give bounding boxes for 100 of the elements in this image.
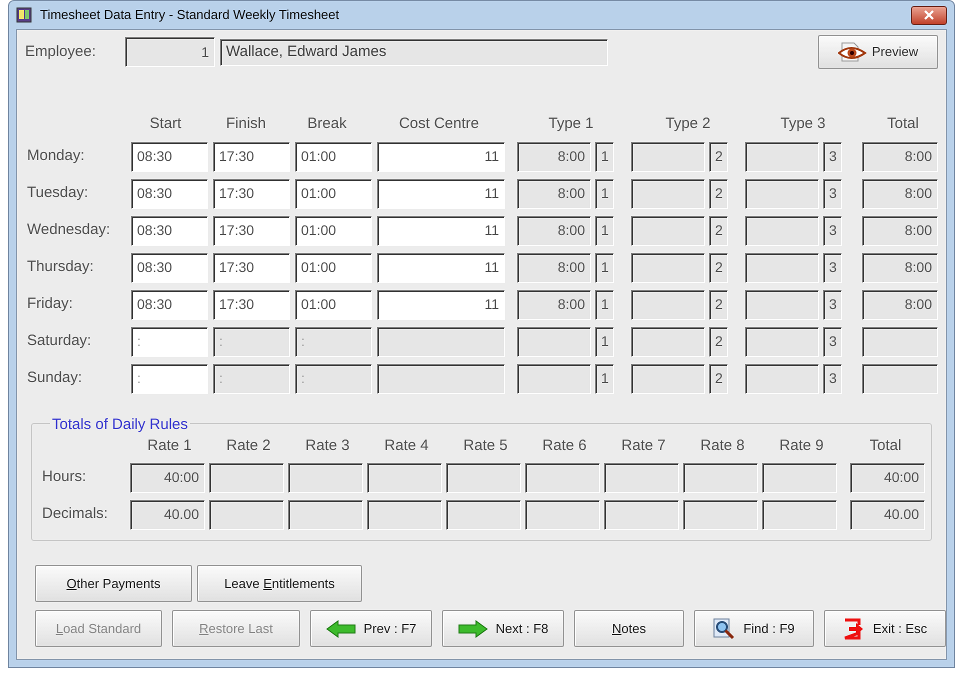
employee-name-field: Wallace, Edward James xyxy=(220,38,608,66)
column-header: Finish xyxy=(226,114,266,134)
column-header: Start xyxy=(150,114,182,134)
cost-centre-field[interactable]: 11 xyxy=(377,142,505,172)
column-header: Cost Centre xyxy=(398,114,480,134)
type-code-field: 3 xyxy=(823,326,842,356)
time-field[interactable]: 17:30 xyxy=(213,142,290,172)
type-code-field: 1 xyxy=(595,326,614,356)
action-button[interactable]: Exit : Esc xyxy=(824,610,946,647)
column-header: Rate 1 xyxy=(147,436,192,456)
time-field[interactable]: 01:00 xyxy=(295,252,372,282)
rate-field: 40:00 xyxy=(130,462,205,492)
total-field: 8:00 xyxy=(862,252,938,282)
column-header: Rate 8 xyxy=(700,436,745,456)
employee-label: Employee: xyxy=(25,42,97,62)
left-arrow-icon xyxy=(326,620,356,638)
tab-button[interactable]: Leave Entitlements xyxy=(197,565,362,602)
hours-field: 8:00 xyxy=(517,290,591,320)
action-button[interactable]: Notes xyxy=(574,610,684,647)
column-header: Type 1 xyxy=(548,114,594,134)
type-code-field: 2 xyxy=(709,364,728,394)
exit-icon xyxy=(842,618,865,640)
cost-centre-field[interactable]: 11 xyxy=(377,290,505,320)
type-code-field: 1 xyxy=(595,252,614,282)
close-button[interactable] xyxy=(911,6,947,24)
day-label: Thursday: xyxy=(27,257,95,278)
cost-centre-field[interactable]: 11 xyxy=(377,252,505,282)
column-header: Type 2 xyxy=(665,114,711,134)
time-field[interactable]: 17:30 xyxy=(213,216,290,246)
hours-field: 8:00 xyxy=(517,252,591,282)
action-button[interactable]: Next : F8 xyxy=(442,610,564,647)
type-code-field: 1 xyxy=(595,290,614,320)
total-field: 40:00 xyxy=(850,462,925,492)
cost-centre-field[interactable]: 11 xyxy=(377,216,505,246)
preview-button[interactable]: Preview xyxy=(818,35,938,69)
type-code-field: 3 xyxy=(823,252,842,282)
column-header: Type 3 xyxy=(780,114,826,134)
rate-field: 40.00 xyxy=(130,500,205,530)
day-label: Saturday: xyxy=(27,331,92,352)
time-field[interactable]: 08:30 xyxy=(131,290,208,320)
type-code-field: 1 xyxy=(595,142,614,172)
search-icon xyxy=(713,618,736,640)
eye-icon xyxy=(838,41,868,63)
type-code-field: 3 xyxy=(823,364,842,394)
total-field: 8:00 xyxy=(862,178,938,208)
type-code-field: 2 xyxy=(709,326,728,356)
hours-field: 8:00 xyxy=(517,142,591,172)
total-field: 8:00 xyxy=(862,290,938,320)
type-code-field: 1 xyxy=(595,364,614,394)
row-label: Hours: xyxy=(42,467,88,488)
action-button[interactable]: Prev : F7 xyxy=(310,610,432,647)
type-code-field: 2 xyxy=(709,216,728,246)
window-title: Timesheet Data Entry - Standard Weekly Timesheet xyxy=(40,6,340,24)
type-code-field: 3 xyxy=(823,142,842,172)
type-code-field: 2 xyxy=(709,142,728,172)
day-label: Monday: xyxy=(27,146,86,166)
column-header: Rate 3 xyxy=(305,436,350,456)
app-icon xyxy=(16,7,32,23)
column-header: Rate 5 xyxy=(463,436,508,456)
day-label: Friday: xyxy=(27,294,74,314)
column-header: Rate 2 xyxy=(226,436,271,456)
column-header: Total xyxy=(887,114,919,134)
column-header: Rate 4 xyxy=(384,436,429,456)
hours-field: 8:00 xyxy=(517,178,591,208)
column-header: Rate 7 xyxy=(621,436,666,456)
employee-number-field: 1 xyxy=(125,37,215,67)
type-code-field: 3 xyxy=(823,216,842,246)
type-code-field: 2 xyxy=(709,178,728,208)
total-field: 8:00 xyxy=(862,142,938,172)
type-code-field: 2 xyxy=(709,252,728,282)
time-field[interactable]: 08:30 xyxy=(131,178,208,208)
day-label: Sunday: xyxy=(27,368,84,388)
time-field[interactable]: 08:30 xyxy=(131,252,208,282)
time-field[interactable]: 08:30 xyxy=(131,216,208,246)
time-field[interactable]: 17:30 xyxy=(213,252,290,282)
type-code-field: 1 xyxy=(595,178,614,208)
hours-field: 8:00 xyxy=(517,216,591,246)
time-field[interactable]: 01:00 xyxy=(295,216,372,246)
row-label: Decimals: xyxy=(42,504,109,524)
time-field[interactable]: 17:30 xyxy=(213,178,290,208)
time-field[interactable]: 08:30 xyxy=(131,142,208,172)
column-header: Total xyxy=(870,436,902,456)
type-code-field: 3 xyxy=(823,178,842,208)
day-label: Wednesday: xyxy=(27,220,112,240)
right-arrow-icon xyxy=(458,620,488,638)
tab-button[interactable]: Other Payments xyxy=(35,565,192,602)
type-code-field: 1 xyxy=(595,216,614,246)
type-code-field: 3 xyxy=(823,290,842,320)
time-field[interactable]: 17:30 xyxy=(213,290,290,320)
time-field[interactable]: 01:00 xyxy=(295,178,372,208)
column-header: Rate 6 xyxy=(542,436,587,456)
day-label: Tuesday: xyxy=(27,183,90,204)
action-button[interactable]: Find : F9 xyxy=(694,610,814,647)
time-field[interactable]: 01:00 xyxy=(295,142,372,172)
type-code-field: 2 xyxy=(709,290,728,320)
cost-centre-field[interactable]: 11 xyxy=(377,178,505,208)
time-field[interactable]: 01:00 xyxy=(295,290,372,320)
column-header: Break xyxy=(307,114,347,134)
close-icon xyxy=(924,10,934,20)
total-field: 40.00 xyxy=(850,500,925,530)
